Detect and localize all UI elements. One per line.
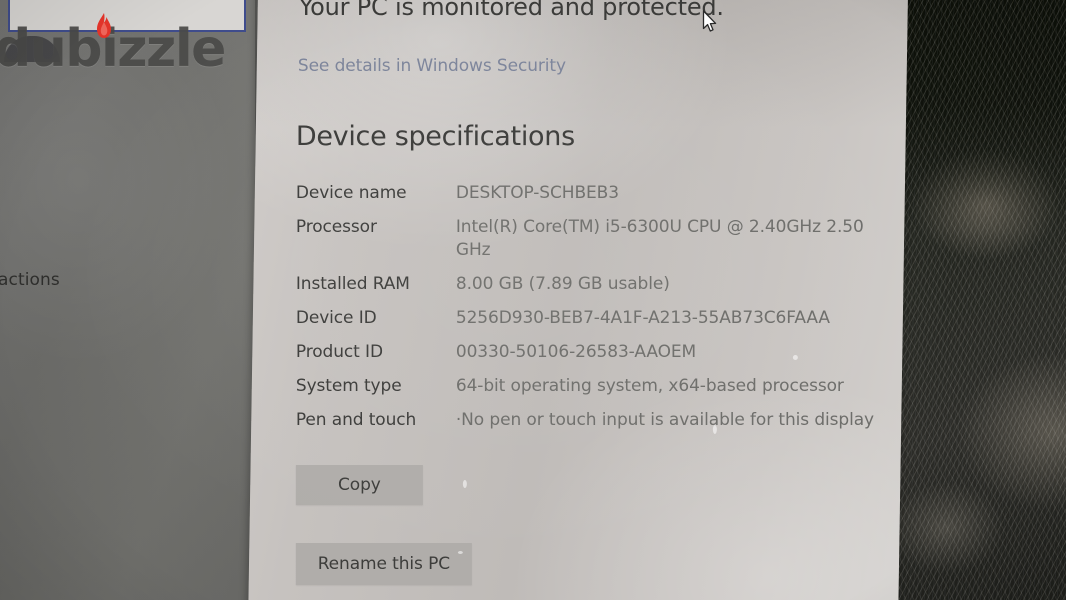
settings-about-window: Your PC is monitored and protected. See … [248,0,908,600]
spec-label: Pen and touch [295,410,417,430]
table-row: Product ID 00330-50106-26583-AAOEM [296,341,896,364]
table-row: Installed RAM 8.00 GB (7.89 GB usable) [296,273,896,296]
photo-speck [462,480,467,488]
table-row: Pen and touch ·No pen or touch input is … [296,409,896,432]
spec-label: System type [295,376,402,396]
rename-this-pc-button[interactable]: Rename this PC [295,543,472,585]
spec-value: 64-bit operating system, x64-based proce… [455,376,844,396]
spec-value: 5256D930-BEB7-4A1F-A213-55AB73C6FAAA [455,308,830,328]
spec-label: Processor [295,217,377,237]
copy-button[interactable]: Copy [295,465,423,505]
spec-value: 8.00 GB (7.89 GB usable) [455,274,670,294]
spec-value: 00330-50106-26583-AAOEM [455,342,697,362]
spec-label: Product ID [295,342,383,362]
device-specifications-table: Device name DESKTOP-SCHBEB3 Processor In… [296,182,896,443]
protection-status-heading: Your PC is monitored and protected. [298,0,724,21]
table-row: System type 64-bit operating system, x64… [296,375,896,398]
settings-left-panel: dubizzle actions [0,0,262,600]
spec-value: Intel(R) Core(TM) i5-6300U CPU @ 2.40GHz… [455,217,864,260]
spec-value: DESKTOP-SCHBEB3 [455,183,619,203]
screen-photo: dubizzle actions Your PC is monitored an… [0,0,1066,600]
sidebar-item-label-actions[interactable]: actions [0,270,60,290]
dubizzle-watermark: dubizzle [0,13,244,86]
page-title: Device specifications [295,121,575,152]
settings-content: Your PC is monitored and protected. See … [258,0,908,600]
windows-security-link[interactable]: See details in Windows Security [298,56,566,76]
left-panel-sheen [0,0,262,600]
flame-icon [91,12,117,48]
table-row: Device ID 5256D930-BEB7-4A1F-A213-55AB73… [296,307,896,330]
table-row: Processor Intel(R) Core(TM) i5-6300U CPU… [296,216,896,262]
spec-label: Device ID [295,308,377,328]
spec-value: ·No pen or touch input is available for … [455,410,875,430]
spec-label: Installed RAM [295,274,410,294]
spec-label: Device name [295,183,407,203]
table-row: Device name DESKTOP-SCHBEB3 [296,182,896,205]
